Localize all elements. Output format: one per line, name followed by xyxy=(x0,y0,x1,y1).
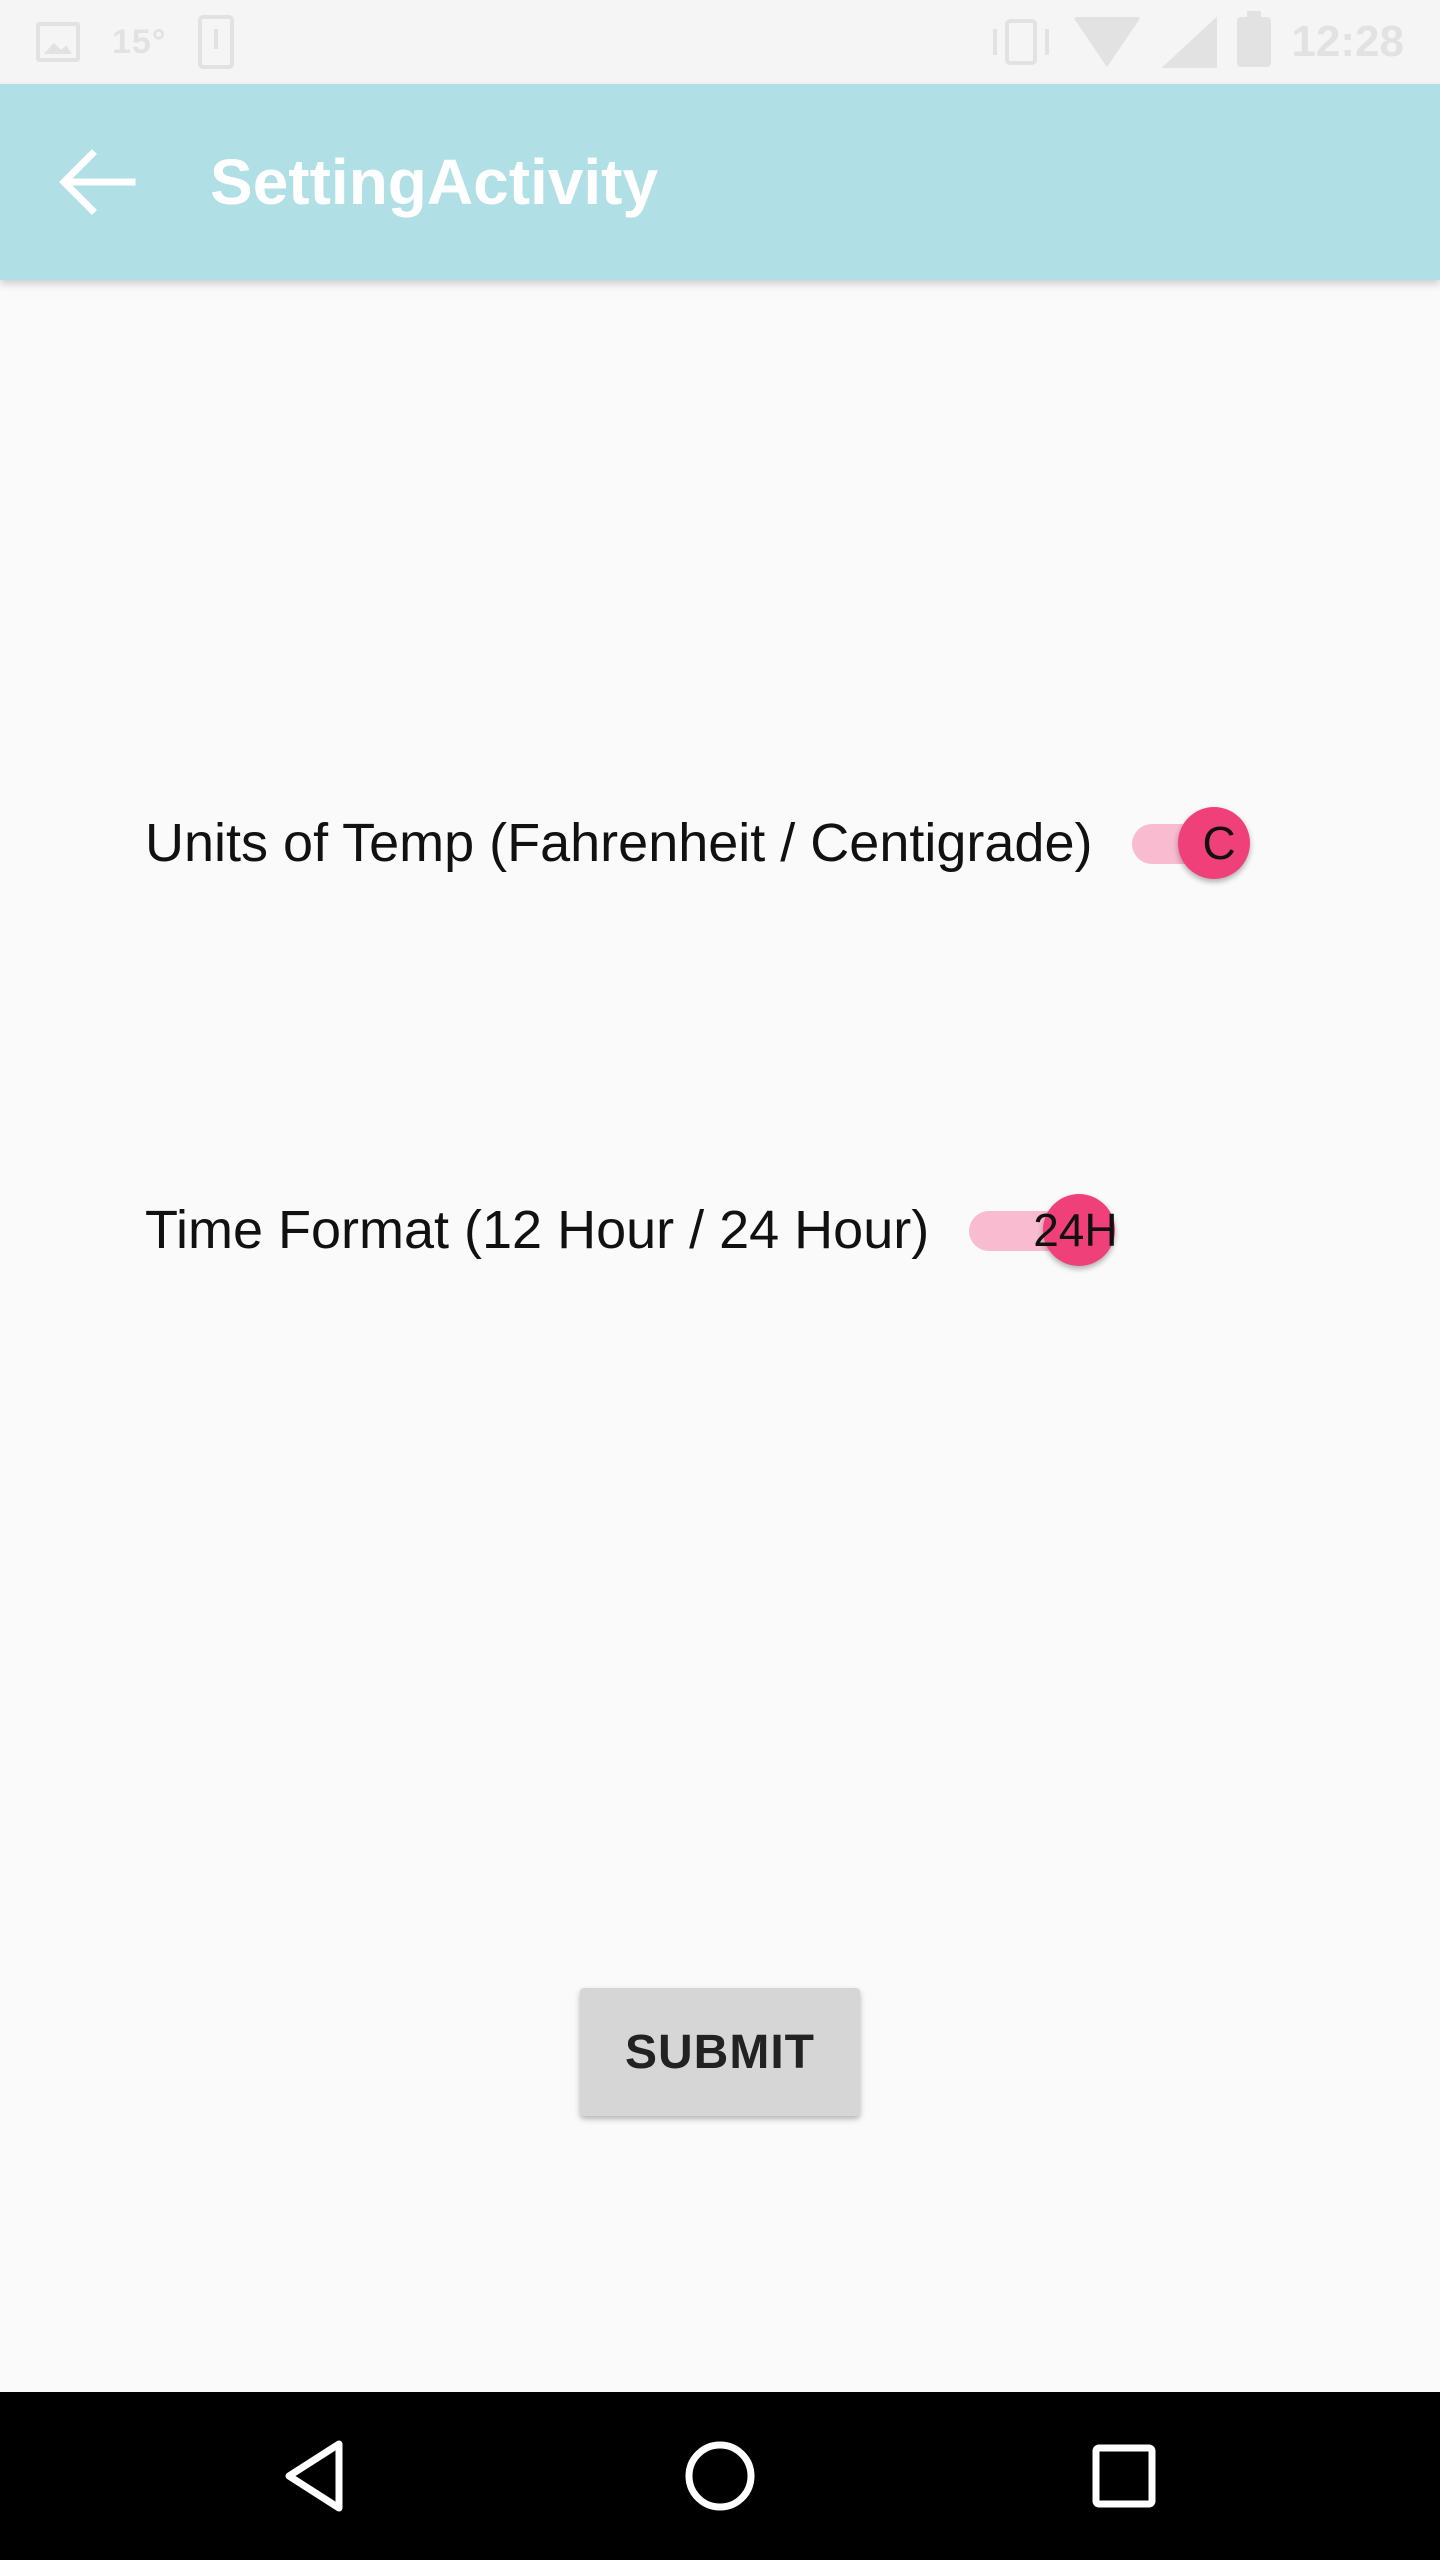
status-bar: 15° 12:28 xyxy=(0,0,1440,84)
navigation-bar xyxy=(0,2392,1440,2560)
download-phone-icon xyxy=(198,15,235,69)
back-button[interactable] xyxy=(40,140,140,224)
back-triangle-icon xyxy=(285,2440,343,2512)
vibrate-icon xyxy=(989,17,1053,67)
page-title: SettingActivity xyxy=(210,146,659,218)
status-right: 12:28 xyxy=(989,11,1404,68)
home-circle-icon xyxy=(685,2441,755,2511)
nav-home-button[interactable] xyxy=(670,2426,770,2526)
temp-units-switch[interactable]: C xyxy=(1132,798,1252,888)
arrow-back-icon xyxy=(59,149,136,215)
battery-icon xyxy=(1237,11,1272,67)
temp-units-row: Units of Temp (Fahrenheit / Centigrade) … xyxy=(145,798,1252,888)
image-icon xyxy=(36,22,80,62)
nav-recents-button[interactable] xyxy=(1074,2426,1174,2526)
temp-units-label: Units of Temp (Fahrenheit / Centigrade) xyxy=(145,813,1093,873)
status-left: 15° xyxy=(36,15,235,69)
time-format-row: Time Format (12 Hour / 24 Hour) 24H xyxy=(145,1185,1129,1275)
switch-text: C xyxy=(1202,817,1236,869)
switch-text: 24H xyxy=(1033,1204,1118,1256)
time-format-label: Time Format (12 Hour / 24 Hour) xyxy=(145,1200,930,1260)
submit-button[interactable]: SUBMIT xyxy=(580,1988,860,2116)
app-bar: SettingActivity xyxy=(0,84,1440,280)
nav-back-button[interactable] xyxy=(266,2426,366,2526)
recents-square-icon xyxy=(1092,2444,1156,2508)
wifi-icon xyxy=(1073,17,1142,67)
status-time: 12:28 xyxy=(1291,17,1404,66)
time-format-switch[interactable]: 24H xyxy=(969,1185,1129,1275)
screen: 15° 12:28 SettingActivity Units of Temp … xyxy=(0,0,1440,2560)
signal-icon xyxy=(1161,16,1218,68)
status-temperature: 15° xyxy=(112,22,167,61)
